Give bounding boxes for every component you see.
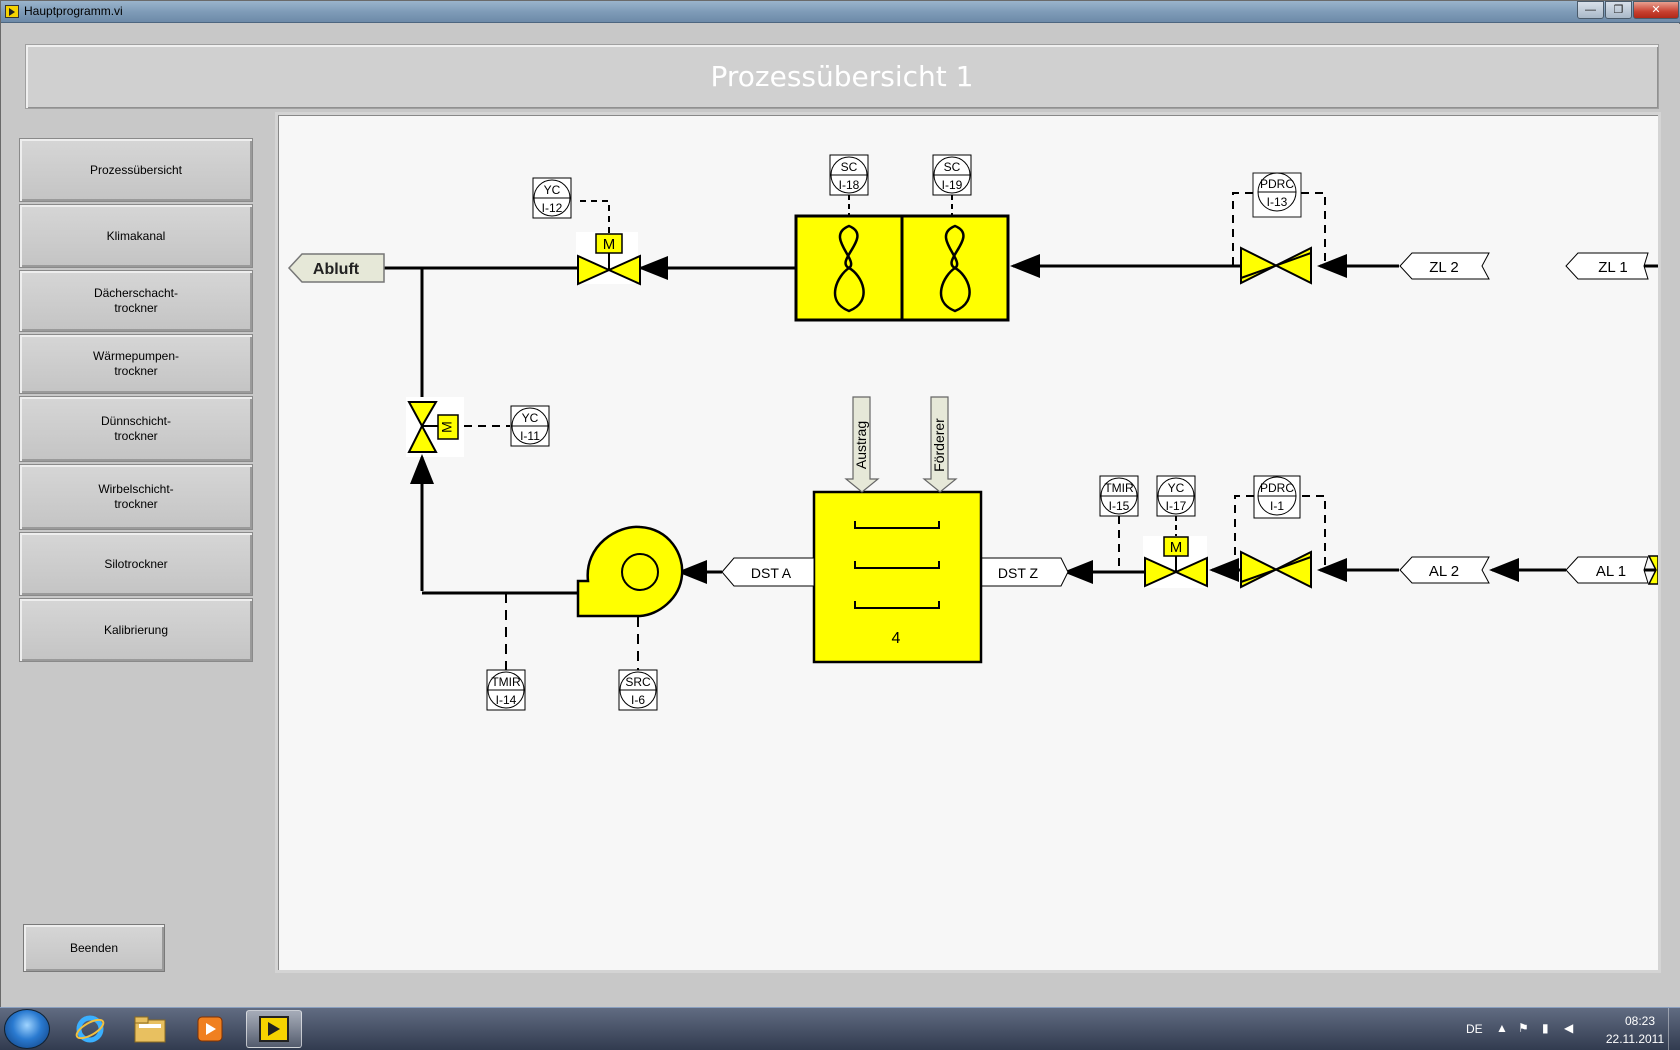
control-valve-lower-right [1240, 550, 1312, 589]
abluft-label: Abluft [313, 261, 360, 278]
svg-text:TMIR: TMIR [491, 675, 521, 689]
exit-button[interactable]: Beenden [23, 924, 165, 972]
dryer-4: 4 [812, 490, 983, 664]
labview-app-icon [5, 5, 19, 18]
svg-text:YC: YC [544, 183, 561, 197]
svg-text:YC: YC [1168, 481, 1185, 495]
window-title: Hauptprogramm.vi [24, 4, 123, 18]
blower [576, 525, 684, 618]
dst-a-label: DST A [751, 565, 792, 581]
dst-z-label: DST Z [998, 565, 1039, 581]
clock-time[interactable]: 08:23 [1610, 1014, 1670, 1028]
start-button[interactable] [4, 1009, 50, 1049]
instrument-yc-i17: YC I-17 [1156, 475, 1196, 517]
zl1-label: ZL 1 [1598, 259, 1627, 276]
front-panel: Prozessübersicht 1 Prozessübersicht Klim… [1, 24, 1680, 1008]
svg-text:PDRC: PDRC [1260, 177, 1294, 191]
svg-text:I-14: I-14 [496, 693, 517, 707]
austrag-feed: Austrag [844, 396, 880, 493]
svg-text:I-11: I-11 [520, 429, 540, 443]
file-explorer-icon[interactable] [122, 1010, 178, 1048]
close-button[interactable]: ✕ [1633, 1, 1679, 19]
svg-text:I-1: I-1 [1270, 499, 1284, 513]
process-diagram-panel: ZL 1 ZL 2 PDRC I-13 SC I-18 SC I-19 M YC… [275, 112, 1661, 973]
austrag-label: Austrag [853, 421, 869, 469]
svg-text:TMIR: TMIR [1104, 481, 1134, 495]
al2-label: AL 2 [1429, 563, 1459, 580]
svg-text:I-12: I-12 [542, 201, 563, 215]
taskbar: DE ▲ ⚑ ▮ ◀ 08:23 22.11.2011 [0, 1007, 1680, 1050]
al1-connector: AL 1 [1565, 556, 1649, 584]
foerderer-label: Förderer [931, 418, 947, 472]
svg-text:I-15: I-15 [1109, 499, 1130, 513]
application-window: Hauptprogramm.vi — ❐ ✕ Prozessübersicht … [0, 0, 1680, 1008]
nav-prozessuebersicht-button[interactable]: Prozessübersicht [19, 138, 253, 202]
svg-text:I-19: I-19 [942, 178, 963, 192]
svg-text:SC: SC [841, 160, 858, 174]
zl2-label: ZL 2 [1429, 259, 1458, 276]
motor-valve-i11: M [406, 397, 464, 457]
nav-silotrockner-button[interactable]: Silotrockner [19, 532, 253, 596]
svg-text:I-6: I-6 [631, 693, 645, 707]
instrument-sc-i18: SC I-18 [829, 154, 869, 196]
internet-explorer-icon[interactable] [62, 1010, 118, 1048]
fan-unit [794, 214, 1010, 322]
maximize-button[interactable]: ❐ [1605, 1, 1632, 19]
action-center-icon[interactable]: ⚑ [1518, 1021, 1529, 1035]
sidebar-nav: Prozessübersicht Klimakanal Dächerschach… [19, 114, 255, 994]
language-indicator[interactable]: DE [1466, 1022, 1483, 1036]
instrument-tmir-i14: TMIR I-14 [486, 669, 526, 711]
svg-text:I-17: I-17 [1166, 499, 1187, 513]
title-bar[interactable]: Hauptprogramm.vi — ❐ ✕ [1, 1, 1680, 23]
clock-date[interactable]: 22.11.2011 [1596, 1032, 1674, 1046]
nav-waermepumpentrockner-button[interactable]: Wärmepumpen- trockner [19, 334, 253, 394]
svg-text:M: M [1170, 539, 1183, 556]
svg-text:PDRC: PDRC [1260, 481, 1294, 495]
page-header: Prozessübersicht 1 [25, 44, 1659, 109]
nav-klimakanal-button[interactable]: Klimakanal [19, 204, 253, 268]
instrument-pdrc-i1: PDRC I-1 [1253, 475, 1301, 519]
instrument-yc-i11: YC I-11 [510, 405, 550, 447]
motor-valve-i17: M [1143, 536, 1208, 588]
svg-text:YC: YC [522, 411, 539, 425]
foerderer-feed: Förderer [922, 396, 958, 493]
svg-text:SC: SC [944, 160, 961, 174]
nav-kalibrierung-button[interactable]: Kalibrierung [19, 598, 253, 662]
minimize-button[interactable]: — [1577, 1, 1604, 19]
dryer-number: 4 [892, 630, 901, 647]
svg-text:M: M [439, 421, 455, 433]
svg-text:I-18: I-18 [839, 178, 860, 192]
dst-a-connector: DST A [721, 557, 815, 587]
network-icon[interactable]: ▮ [1542, 1021, 1549, 1035]
nav-wirbelschichttrockner-button[interactable]: Wirbelschicht- trockner [19, 464, 253, 530]
nav-duennschichttrockner-button[interactable]: Dünnschicht- trockner [19, 396, 253, 462]
control-valve-upper-right [1240, 246, 1312, 285]
labview-taskbar-icon[interactable] [246, 1010, 302, 1048]
instrument-pdrc-i13: PDRC I-13 [1252, 172, 1302, 218]
svg-text:SRC: SRC [625, 675, 651, 689]
instrument-tmir-i15: TMIR I-15 [1099, 475, 1139, 517]
abluft-connector: Abluft [287, 253, 385, 283]
page-title: Prozessübersicht 1 [710, 60, 974, 93]
zl2-connector: ZL 2 [1399, 252, 1490, 280]
zl1-connector: ZL 1 [1565, 252, 1649, 280]
motor-valve-i12: M [576, 232, 641, 286]
al1-label: AL 1 [1596, 563, 1626, 580]
volume-muted-icon[interactable]: ◀ [1564, 1021, 1573, 1035]
process-diagram: ZL 1 ZL 2 PDRC I-13 SC I-18 SC I-19 M YC… [287, 154, 1658, 711]
instrument-sc-i19: SC I-19 [932, 154, 972, 196]
instrument-yc-i12: YC I-12 [532, 177, 572, 219]
show-hidden-icons-icon[interactable]: ▲ [1496, 1021, 1508, 1035]
svg-text:M: M [603, 236, 616, 253]
al2-connector: AL 2 [1399, 556, 1490, 584]
svg-text:I-13: I-13 [1267, 195, 1288, 209]
dst-z-connector: DST Z [980, 557, 1069, 587]
media-player-icon[interactable] [182, 1010, 238, 1048]
show-desktop-button[interactable] [1668, 1008, 1680, 1050]
nav-daecherschachttrockner-button[interactable]: Dächerschacht- trockner [19, 270, 253, 332]
instrument-src-i6: SRC I-6 [618, 669, 658, 711]
